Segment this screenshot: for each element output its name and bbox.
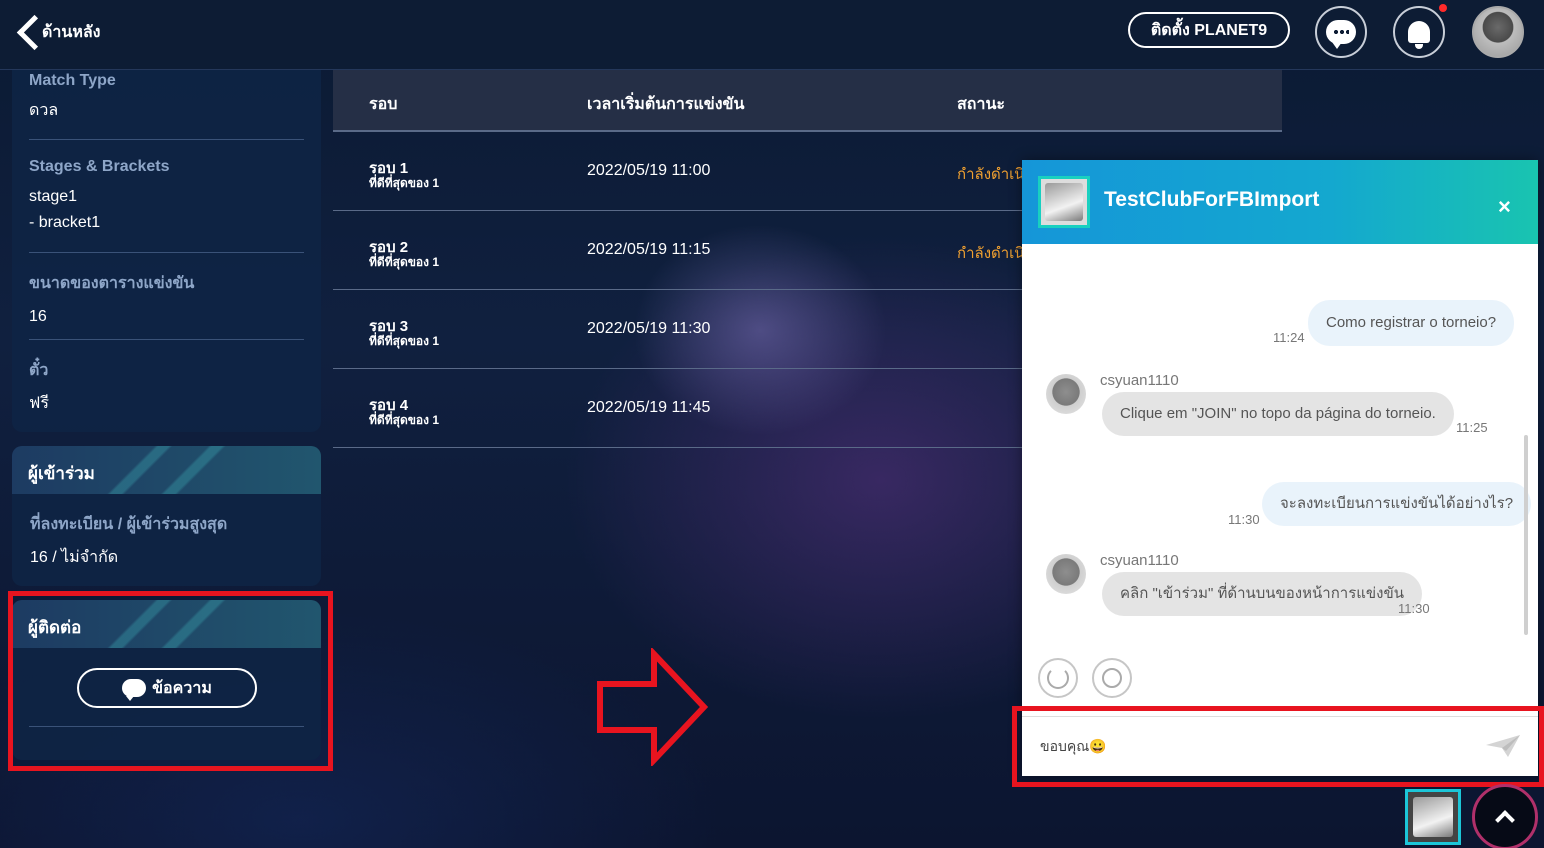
sender-avatar	[1046, 374, 1086, 414]
column-header-start-time: เวลาเริ่มต้นการแข่งขัน	[587, 96, 745, 113]
chat-header: TestClubForFBImport ×	[1022, 160, 1538, 244]
table-header: รอบ เวลาเริ่มต้นการแข่งขัน สถานะ	[333, 70, 1282, 132]
info-ticket: ตั๋ว ฟรี	[29, 340, 304, 420]
highlight-box-chat-input	[1012, 706, 1544, 787]
message-bubble-incoming: Clique em "JOIN" no topo da página do to…	[1102, 392, 1454, 436]
sender-avatar	[1046, 554, 1086, 594]
info-stages: Stages & Brackets stage1 - bracket1	[29, 140, 304, 253]
info-value: stage1	[29, 188, 78, 205]
message-time: 11:24	[1273, 330, 1305, 345]
round-format: ที่ดีที่สุดของ 1	[369, 413, 440, 427]
top-bar: ด้านหลัง ติดตั้ง PLANET9	[0, 0, 1544, 70]
column-header-round: รอบ	[369, 96, 398, 113]
user-avatar[interactable]	[1472, 6, 1524, 58]
chat-window: TestClubForFBImport × 11:24 Como registr…	[1022, 160, 1538, 776]
info-match-type: Match Type ดวล	[29, 70, 304, 140]
info-label: Match Type	[29, 72, 116, 89]
highlight-box-contact	[8, 591, 333, 771]
notification-dot	[1439, 4, 1447, 12]
participants-label: ที่ลงทะเบียน / ผู้เข้าร่วมสูงสุด	[30, 516, 228, 533]
message-time: 11:25	[1456, 420, 1488, 435]
close-icon[interactable]: ×	[1498, 194, 1511, 220]
info-value: 16	[29, 308, 47, 325]
scroll-to-top-button[interactable]	[1472, 784, 1538, 848]
sender-name: csyuan1110	[1100, 552, 1179, 569]
message-bubble-outgoing: Como registrar o torneio?	[1308, 300, 1515, 346]
message-bubble-outgoing: จะลงทะเบียนการแข่งขันได้อย่างไร?	[1262, 482, 1532, 526]
tournament-info-panel: Match Type ดวล Stages & Brackets stage1 …	[12, 70, 321, 432]
message-time: 11:30	[1398, 601, 1430, 616]
arrow-right-icon	[597, 648, 709, 766]
chat-scrollbar[interactable]	[1524, 435, 1528, 635]
info-label: ขนาดของตารางแข่งขัน	[29, 275, 195, 292]
info-value: ฟรี	[29, 395, 49, 412]
chat-title: TestClubForFBImport	[1104, 188, 1320, 211]
sticker-button[interactable]	[1038, 658, 1078, 698]
back-button[interactable]: ด้านหลัง	[14, 14, 100, 50]
round-format: ที่ดีที่สุดของ 1	[369, 334, 440, 348]
participants-title: ผู้เข้าร่วม	[12, 446, 321, 494]
round-format: ที่ดีที่สุดของ 1	[369, 176, 440, 190]
message-bubble-incoming: คลิก "เข้าร่วม" ที่ด้านบนของหน้าการแข่งข…	[1102, 572, 1423, 616]
chat-bubble-icon	[1326, 20, 1356, 49]
chevron-up-icon	[1495, 810, 1515, 830]
round-time: 2022/05/19 11:45	[587, 399, 711, 416]
info-label: ตั๋ว	[29, 362, 49, 379]
message-time: 11:30	[1228, 512, 1260, 527]
round-time: 2022/05/19 11:00	[587, 162, 711, 179]
bell-icon	[1408, 21, 1430, 49]
chevron-left-icon	[14, 14, 36, 50]
floating-chat-avatar[interactable]	[1405, 789, 1461, 845]
info-bracket-size: ขนาดของตารางแข่งขัน 16	[29, 253, 304, 340]
participants-value: 16 / ไม่จำกัด	[30, 549, 119, 566]
club-avatar	[1038, 176, 1090, 228]
install-planet9-button[interactable]: ติดตั้ง PLANET9	[1128, 12, 1290, 48]
info-label: Stages & Brackets	[29, 158, 170, 175]
info-value: ดวล	[29, 102, 59, 119]
participants-panel: ผู้เข้าร่วม ที่ลงทะเบียน / ผู้เข้าร่วมสู…	[12, 446, 321, 586]
column-header-status: สถานะ	[957, 96, 1005, 113]
sticker-icon	[1047, 667, 1069, 689]
round-time: 2022/05/19 11:30	[587, 320, 711, 337]
notification-button[interactable]	[1393, 6, 1445, 58]
round-status: กำลังดำเนิ	[957, 166, 1025, 183]
chat-button[interactable]	[1315, 6, 1367, 58]
smile-icon	[1102, 668, 1122, 688]
round-time: 2022/05/19 11:15	[587, 241, 711, 258]
round-status: กำลังดำเนิ	[957, 245, 1025, 262]
emoji-button[interactable]	[1092, 658, 1132, 698]
round-format: ที่ดีที่สุดของ 1	[369, 255, 440, 269]
sender-name: csyuan1110	[1100, 372, 1179, 389]
info-value: - bracket1	[29, 214, 101, 231]
